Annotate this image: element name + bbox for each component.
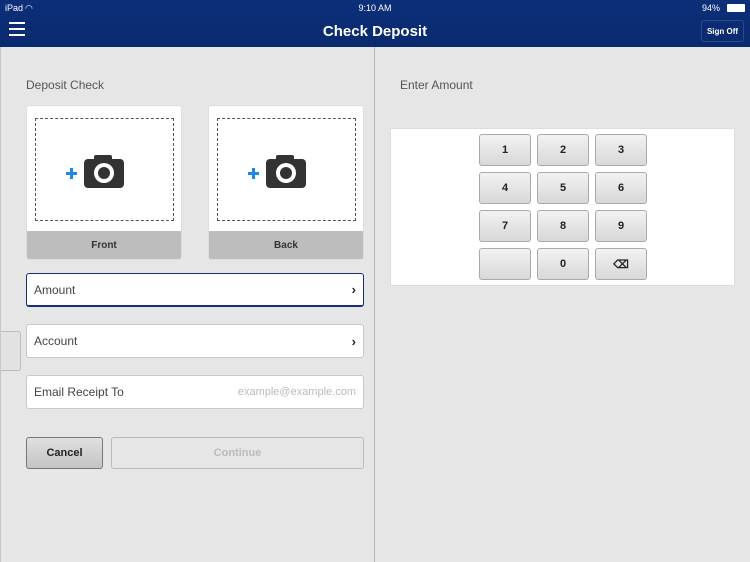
key-3[interactable]: 3	[595, 134, 647, 166]
email-placeholder: example@example.com	[237, 386, 356, 398]
clock: 9:10 AM	[358, 3, 392, 13]
add-photo-icon	[66, 155, 124, 188]
account-label: Account	[34, 334, 78, 348]
chevron-right-icon: ›	[351, 282, 356, 297]
battery-icon	[727, 4, 745, 12]
add-photo-icon	[248, 155, 306, 188]
email-label: Email Receipt To	[34, 385, 124, 399]
sign-off-button[interactable]: Sign Off	[701, 20, 744, 42]
key-9[interactable]: 9	[595, 210, 647, 242]
key-0[interactable]: 0	[537, 248, 589, 280]
key-2[interactable]: 2	[537, 134, 589, 166]
back-label: Back	[209, 231, 363, 259]
page-title: Check Deposit	[322, 23, 428, 40]
cancel-button[interactable]: Cancel	[26, 437, 103, 469]
front-label: Front	[27, 231, 181, 259]
key-1[interactable]: 1	[479, 134, 531, 166]
front-image-capture[interactable]: Front	[26, 105, 182, 260]
chevron-right-icon: ›	[351, 333, 356, 349]
email-receipt-field[interactable]: Email Receipt To example@example.com	[26, 375, 364, 409]
key-8[interactable]: 8	[537, 210, 589, 242]
section-title: Enter Amount	[400, 78, 473, 92]
key-7[interactable]: 7	[479, 210, 531, 242]
amount-label: Amount	[34, 282, 76, 297]
back-image-capture[interactable]: Back	[208, 105, 364, 260]
battery-percent: 94%	[701, 3, 720, 13]
drag-handle[interactable]	[1, 331, 21, 371]
key-blank[interactable]	[479, 248, 531, 280]
deposit-panel: Deposit Check Front Back Amount › Accoun…	[0, 47, 375, 562]
section-title: Deposit Check	[26, 78, 105, 92]
amount-field[interactable]: Amount ›	[26, 273, 364, 307]
amount-panel: Enter Amount 1 2 3 4 5 6 7 8 9 0 ⌫	[376, 47, 750, 562]
account-field[interactable]: Account ›	[26, 324, 364, 358]
key-5[interactable]: 5	[537, 172, 589, 204]
keypad: 1 2 3 4 5 6 7 8 9 0 ⌫	[390, 128, 735, 286]
key-6[interactable]: 6	[595, 172, 647, 204]
navigation-bar: iPad ◠ 9:10 AM 94% Check Deposit Sign Of…	[0, 0, 750, 47]
continue-button[interactable]: Continue	[111, 437, 364, 469]
key-4[interactable]: 4	[479, 172, 531, 204]
backspace-icon[interactable]: ⌫	[595, 248, 647, 280]
